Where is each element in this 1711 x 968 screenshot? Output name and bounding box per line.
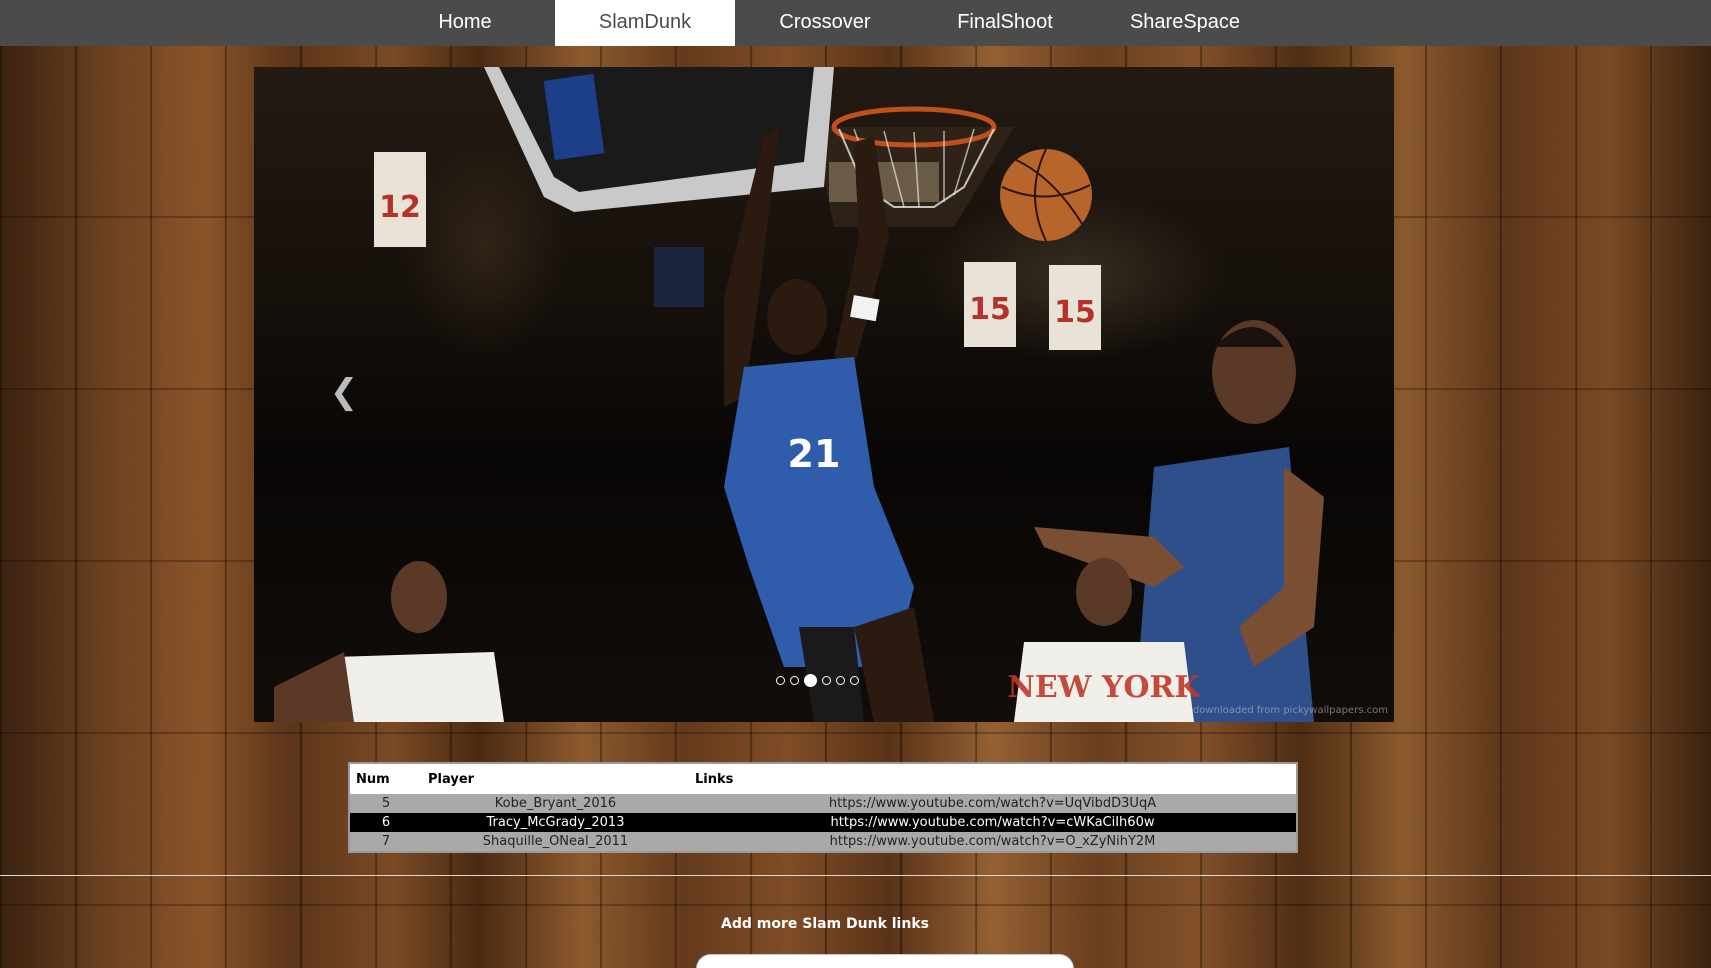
table-row-selected[interactable]: 6 Tracy_McGrady_2013 https://www.youtube… [349,813,1297,832]
carousel-indicator[interactable] [822,676,831,685]
banner-number: 15 [1054,295,1096,330]
table-header-row: Num Player Links [349,763,1297,794]
row-link[interactable]: https://www.youtube.com/watch?v=cWKaCiIh… [689,813,1297,832]
carousel-indicator[interactable] [790,676,799,685]
chevron-left-icon: ❮ [329,372,359,412]
svg-text:NEW YORK: NEW YORK [1008,670,1202,705]
slam-dunk-links-table: Num Player Links 5 Kobe_Bryant_2016 http… [348,762,1298,853]
row-player: Tracy_McGrady_2013 [422,813,689,832]
row-link[interactable]: https://www.youtube.com/watch?v=O_xZyNih… [689,832,1297,852]
row-player: Shaquille_ONeal_2011 [422,832,689,852]
section-divider [0,875,1711,876]
knicks-player-left [274,561,504,722]
add-link-input[interactable] [696,954,1074,968]
nav-item-sharespace[interactable]: ShareSpace [1095,0,1275,46]
column-header-num: Num [349,763,422,794]
jersey-number: 21 [788,432,841,476]
nav-item-finalshoot[interactable]: FinalShoot [915,0,1095,46]
nav-menu: Home SlamDunk Crossover FinalShoot Share… [375,0,1275,46]
row-link[interactable]: https://www.youtube.com/watch?v=UqVibdD3… [689,794,1297,813]
carousel-indicator[interactable] [850,676,859,685]
row-num: 7 [349,832,422,852]
row-num: 6 [349,813,422,832]
row-num: 5 [349,794,422,813]
table-row[interactable]: 5 Kobe_Bryant_2016 https://www.youtube.c… [349,794,1297,813]
banner-number: 15 [969,292,1011,327]
image-carousel[interactable]: 12 15 15 21 NEW YORK ❮ downloaded from p… [254,67,1394,722]
photo-watermark: downloaded from pickywallpapers.com [1192,705,1388,716]
nav-item-home[interactable]: Home [375,0,555,46]
add-links-heading: Add more Slam Dunk links [721,916,929,932]
table-row[interactable]: 7 Shaquille_ONeal_2011 https://www.youtu… [349,832,1297,852]
banner-number: 12 [379,190,421,225]
carousel-prev-button[interactable]: ❮ [326,372,362,412]
carousel-indicators [776,674,859,687]
carousel-indicator[interactable] [836,676,845,685]
column-header-player: Player [422,763,689,794]
carousel-indicator[interactable] [776,676,785,685]
nav-item-crossover[interactable]: Crossover [735,0,915,46]
row-player: Kobe_Bryant_2016 [422,794,689,813]
column-header-links: Links [689,763,1297,794]
slam-dunk-photo: 12 15 15 21 NEW YORK [274,67,1324,722]
carousel-indicator-active[interactable] [804,674,817,687]
top-navigation-bar: Home SlamDunk Crossover FinalShoot Share… [0,0,1711,46]
nav-item-slamdunk[interactable]: SlamDunk [555,0,735,46]
